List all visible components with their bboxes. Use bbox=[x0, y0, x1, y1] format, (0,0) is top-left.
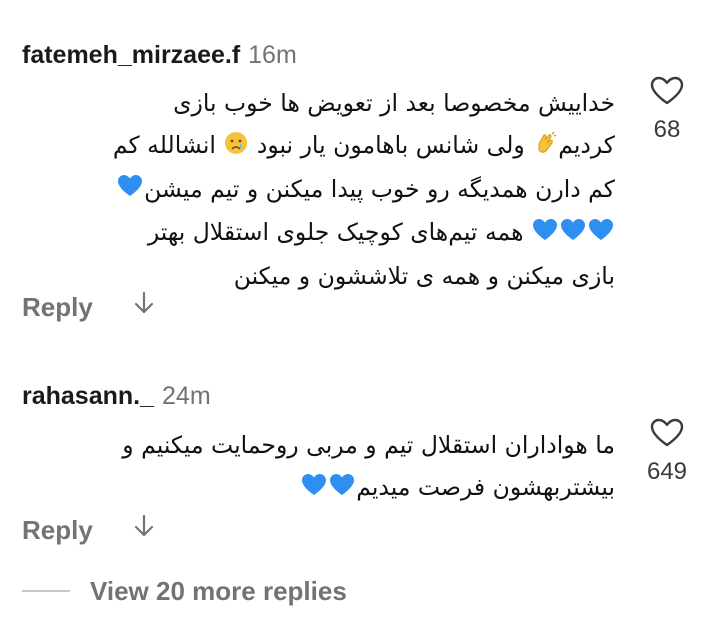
like-count: 649 bbox=[646, 458, 688, 485]
comment-line-part: انشالله کم bbox=[112, 131, 224, 159]
blue-heart-emoji bbox=[117, 169, 143, 211]
reply-button[interactable]: Reply bbox=[22, 515, 93, 545]
comment-line: کردیم ولی شانس باهامون یار نبود انشالله … bbox=[20, 124, 615, 168]
reply-button[interactable]: Reply bbox=[22, 292, 93, 322]
comment-line: ما هواداران استقلال تیم و مربی روحمایت م… bbox=[122, 431, 615, 459]
comment-line: همه تیم‌های کوچیک جلوی استقلال بهتر bbox=[20, 211, 615, 255]
comment-line: بیشتربهشون فرصت میدیم bbox=[20, 466, 615, 510]
divider bbox=[22, 590, 70, 592]
comment-text: ما هواداران استقلال تیم و مربی روحمایت م… bbox=[20, 424, 615, 510]
comment-line: خداییش مخصوصا بعد از تعویض ها خوب بازی bbox=[173, 89, 615, 117]
like-column: 649 bbox=[632, 418, 702, 486]
username[interactable]: rahasann._ bbox=[22, 382, 154, 410]
arrow-down-icon[interactable] bbox=[133, 514, 155, 545]
timestamp: 16m bbox=[248, 41, 297, 69]
clap-emoji bbox=[533, 126, 557, 168]
sad-emoji bbox=[224, 126, 248, 168]
comment-line: کم دارن همدیگه رو خوب پیدا میکنن و تیم م… bbox=[20, 168, 615, 212]
comment-text: خداییش مخصوصا بعد از تعویض ها خوب بازی ک… bbox=[20, 82, 615, 297]
username[interactable]: fatemeh_mirzaee.f bbox=[22, 41, 240, 69]
like-column: 68 bbox=[632, 76, 702, 144]
timestamp: 24m bbox=[162, 382, 211, 410]
like-count: 68 bbox=[653, 116, 681, 143]
blue-heart-emoji bbox=[588, 213, 614, 255]
comment-line-part: کم دارن همدیگه رو خوب پیدا میکنن و تیم م… bbox=[144, 174, 615, 203]
comment-line-part: کردیم bbox=[558, 131, 615, 159]
blue-heart-emoji bbox=[532, 213, 558, 255]
comment-line-part: بیشتربهشون فرصت میدیم bbox=[356, 473, 615, 501]
comment-line: بازی میکنن و همه ی تلاششون و میکنن bbox=[233, 261, 615, 290]
view-more-replies-label[interactable]: View 20 more replies bbox=[90, 576, 347, 607]
comment-actions: Reply bbox=[22, 291, 155, 325]
comment-line-part: ولی شانس باهامون یار نبود bbox=[249, 131, 533, 159]
heart-outline-icon[interactable] bbox=[632, 418, 702, 448]
view-more-replies[interactable]: View 20 more replies bbox=[22, 573, 347, 609]
blue-heart-emoji bbox=[329, 468, 355, 510]
blue-heart-emoji bbox=[560, 213, 586, 255]
arrow-down-icon[interactable] bbox=[133, 291, 155, 322]
blue-heart-emoji bbox=[301, 468, 327, 510]
comment-header: rahasann._ 24m bbox=[22, 381, 211, 411]
comment-actions: Reply bbox=[22, 514, 155, 548]
comment-header: fatemeh_mirzaee.f 16m bbox=[22, 40, 297, 70]
comment-line-part: همه تیم‌های کوچیک جلوی استقلال بهتر bbox=[147, 218, 531, 246]
heart-outline-icon[interactable] bbox=[632, 76, 702, 106]
